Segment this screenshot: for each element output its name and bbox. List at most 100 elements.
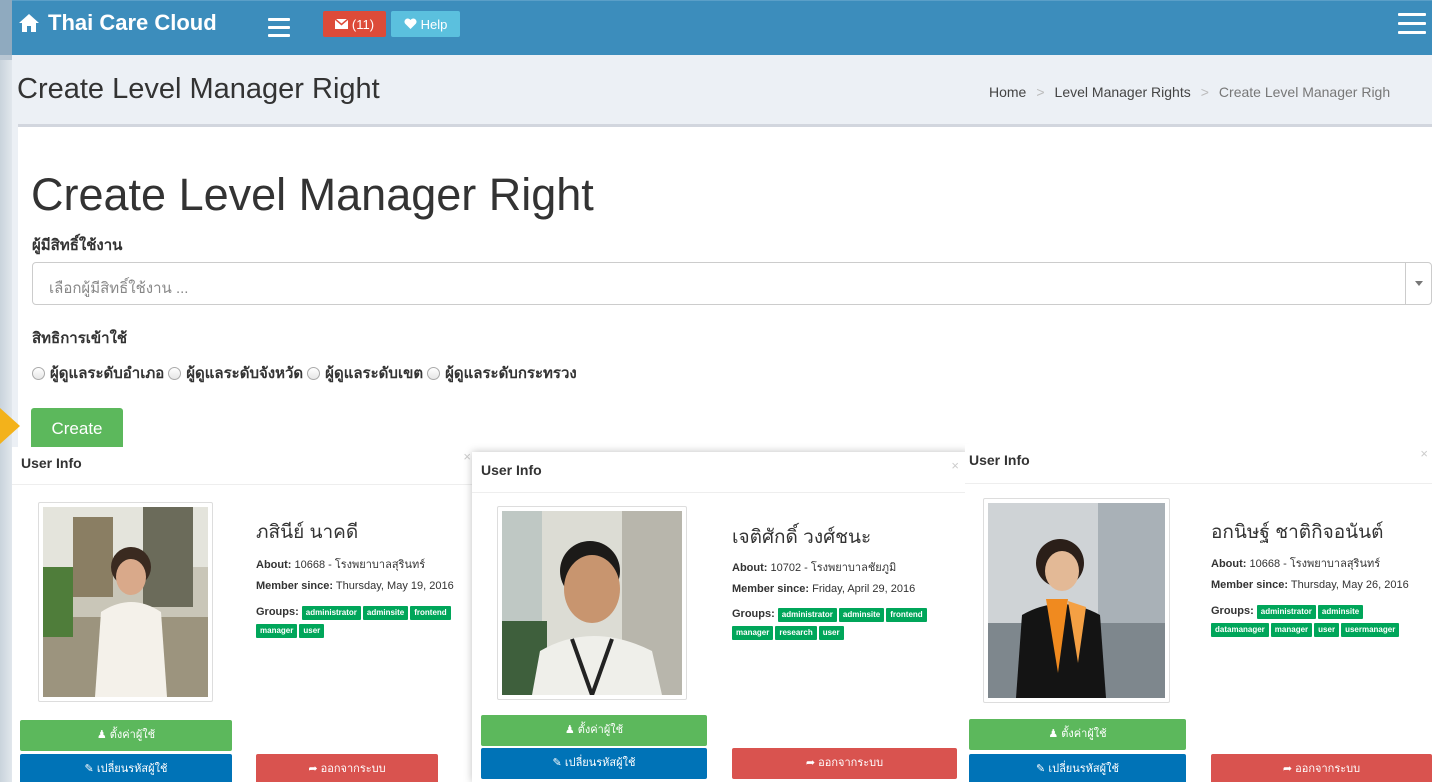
group-badge: datamanager [1211, 623, 1269, 637]
card-header: User Info × [472, 452, 969, 493]
right-menu-icon[interactable] [1398, 13, 1426, 37]
user-icon: ♟ [96, 729, 110, 741]
user-icon: ♟ [564, 724, 578, 736]
radio-ministry[interactable]: ผู้ดูแลระดับกระทรวง [427, 361, 577, 385]
user-member-since: Member since: Thursday, May 26, 2016 [1211, 579, 1409, 591]
breadcrumb-separator: > [1036, 84, 1045, 100]
group-badge: frontend [410, 606, 451, 620]
left-sidebar-edge [0, 0, 12, 782]
brand-link[interactable]: Thai Care Cloud [18, 10, 217, 36]
group-badge: adminsite [838, 608, 885, 622]
help-button[interactable]: Help [391, 11, 460, 37]
breadcrumb-current: Create Level Manager Righ [1218, 84, 1391, 100]
user-member-since: Member since: Thursday, May 19, 2016 [256, 580, 454, 592]
heart-icon [404, 18, 417, 29]
radio-circle-icon[interactable] [32, 366, 45, 380]
radio-label: ผู้ดูแลระดับอำเภอ [50, 365, 165, 382]
help-label: Help [420, 16, 448, 32]
user-about: About: 10668 - โรงพยาบาลสุรินทร์ [256, 559, 426, 571]
close-icon[interactable]: × [951, 458, 959, 473]
user-settings-button[interactable]: ♟ ตั้งค่าผู้ใช้ [20, 720, 232, 751]
group-badge: user [1314, 623, 1340, 637]
mail-count: (11) [351, 16, 375, 32]
user-label: ผู้มีสิทธิ์ใช้งาน [32, 237, 123, 254]
avatar [983, 498, 1170, 703]
access-label: สิทธิการเข้าใช้ [32, 330, 128, 347]
mail-button[interactable]: (11) [323, 11, 386, 37]
sign-out-icon: ➦ [308, 763, 321, 775]
group-badge: user [818, 626, 844, 640]
group-badge: manager [732, 626, 774, 640]
card-header: User Info × [12, 447, 475, 485]
edit-icon: ✎ [84, 763, 97, 775]
close-icon[interactable]: × [1420, 446, 1428, 461]
radio-label: ผู้ดูแลระดับกระทรวง [445, 365, 577, 382]
group-badge: frontend [886, 608, 927, 622]
group-badge: manager [256, 624, 298, 638]
user-groups: Groups: administrator adminsitedatamanager… [1211, 603, 1421, 639]
radio-circle-icon[interactable] [307, 366, 321, 380]
card-title: User Info [21, 455, 82, 471]
user-about: About: 10668 - โรงพยาบาลสุรินทร์ [1211, 558, 1381, 570]
radio-circle-icon[interactable] [427, 366, 441, 380]
edit-icon: ✎ [552, 757, 565, 769]
group-badge: usermanager [1341, 623, 1400, 637]
breadcrumb-level-manager-rights[interactable]: Level Manager Rights [1055, 84, 1191, 100]
radio-circle-icon[interactable] [168, 366, 182, 380]
sidebar-toggle-icon[interactable] [268, 13, 290, 41]
logout-button[interactable]: ➦ ออกจากระบบ [732, 748, 957, 779]
user-select-placeholder: เลือกผู้มีสิทธิ์ใช้งาน ... [49, 280, 189, 297]
card-title: User Info [969, 452, 1030, 468]
radio-district[interactable]: ผู้ดูแลระดับอำเภอ [32, 361, 164, 385]
group-badge: manager [1270, 623, 1313, 637]
user-select[interactable]: เลือกผู้มีสิทธิ์ใช้งาน ... [32, 262, 1432, 305]
sign-out-icon: ➦ [805, 757, 819, 769]
user-member-since: Member since: Friday, April 29, 2016 [732, 583, 916, 595]
group-badge: research [775, 626, 817, 640]
radio-province[interactable]: ผู้ดูแลระดับจังหวัด [168, 361, 303, 385]
user-info-card: User Info × อกนิษฐ์ ชาติกิจอนันต์ About:… [965, 444, 1432, 782]
form-heading: Create Level Manager Right [31, 169, 594, 220]
change-password-button[interactable]: ✎ เปลี่ยนรหัสผู้ใช้ [969, 754, 1186, 782]
change-password-button[interactable]: ✎ เปลี่ยนรหัสผู้ใช้ [20, 754, 232, 782]
user-info-card: User Info × ภสินีย์ นาคดี About: 10668 -… [12, 447, 475, 782]
breadcrumb-home[interactable]: Home [989, 84, 1026, 100]
user-groups: Groups: administrator adminsite frontendman… [732, 606, 942, 642]
pointer-arrow-icon [0, 408, 20, 444]
user-name: ภสินีย์ นาคดี [256, 522, 359, 543]
logout-button[interactable]: ➦ ออกจากระบบ [256, 754, 438, 782]
brand-name: Thai Care Cloud [48, 10, 217, 35]
group-badge: user [299, 624, 325, 638]
group-badge: adminsite [1317, 605, 1364, 619]
user-name: อกนิษฐ์ ชาติกิจอนันต์ [1211, 522, 1384, 543]
sign-out-icon: ➦ [1282, 763, 1296, 775]
breadcrumb: Home > Level Manager Rights > Create Level M… [989, 84, 1390, 100]
group-badge: administrator [301, 606, 361, 620]
radio-label: ผู้ดูแลระดับเขต [325, 365, 424, 382]
envelope-icon [334, 19, 348, 29]
radio-region[interactable]: ผู้ดูแลระดับเขต [307, 361, 423, 385]
home-icon [19, 14, 39, 32]
group-badge: administrator [777, 608, 837, 622]
create-button[interactable]: Create [31, 408, 123, 450]
page-title: Create Level Manager Right [17, 73, 380, 105]
close-icon[interactable]: × [463, 449, 471, 464]
radio-label: ผู้ดูแลระดับจังหวัด [186, 365, 304, 382]
chevron-down-icon[interactable] [1405, 263, 1431, 304]
group-badge: adminsite [362, 606, 409, 620]
change-password-button[interactable]: ✎ เปลี่ยนรหัสผู้ใช้ [481, 748, 707, 779]
edit-icon: ✎ [1036, 763, 1049, 775]
avatar [497, 506, 687, 700]
user-about: About: 10702 - โรงพยาบาลชัยภูมิ [732, 562, 897, 574]
group-badge: administrator [1256, 605, 1316, 619]
user-groups: Groups: administrator adminsite frontendman… [256, 604, 466, 640]
breadcrumb-separator: > [1200, 84, 1209, 100]
logout-button[interactable]: ➦ ออกจากระบบ [1211, 754, 1432, 782]
access-radio-group: ผู้ดูแลระดับอำเภอ ผู้ดูแลระดับจังหวัด ผู… [32, 361, 581, 385]
top-navbar: Thai Care Cloud (11) Help [12, 0, 1432, 55]
card-title: User Info [481, 462, 542, 478]
user-settings-button[interactable]: ♟ ตั้งค่าผู้ใช้ [969, 719, 1186, 750]
card-header: User Info × [965, 444, 1432, 484]
user-settings-button[interactable]: ♟ ตั้งค่าผู้ใช้ [481, 715, 707, 746]
user-name: เจติศักดิ์ วงศ์ชนะ [732, 527, 872, 548]
